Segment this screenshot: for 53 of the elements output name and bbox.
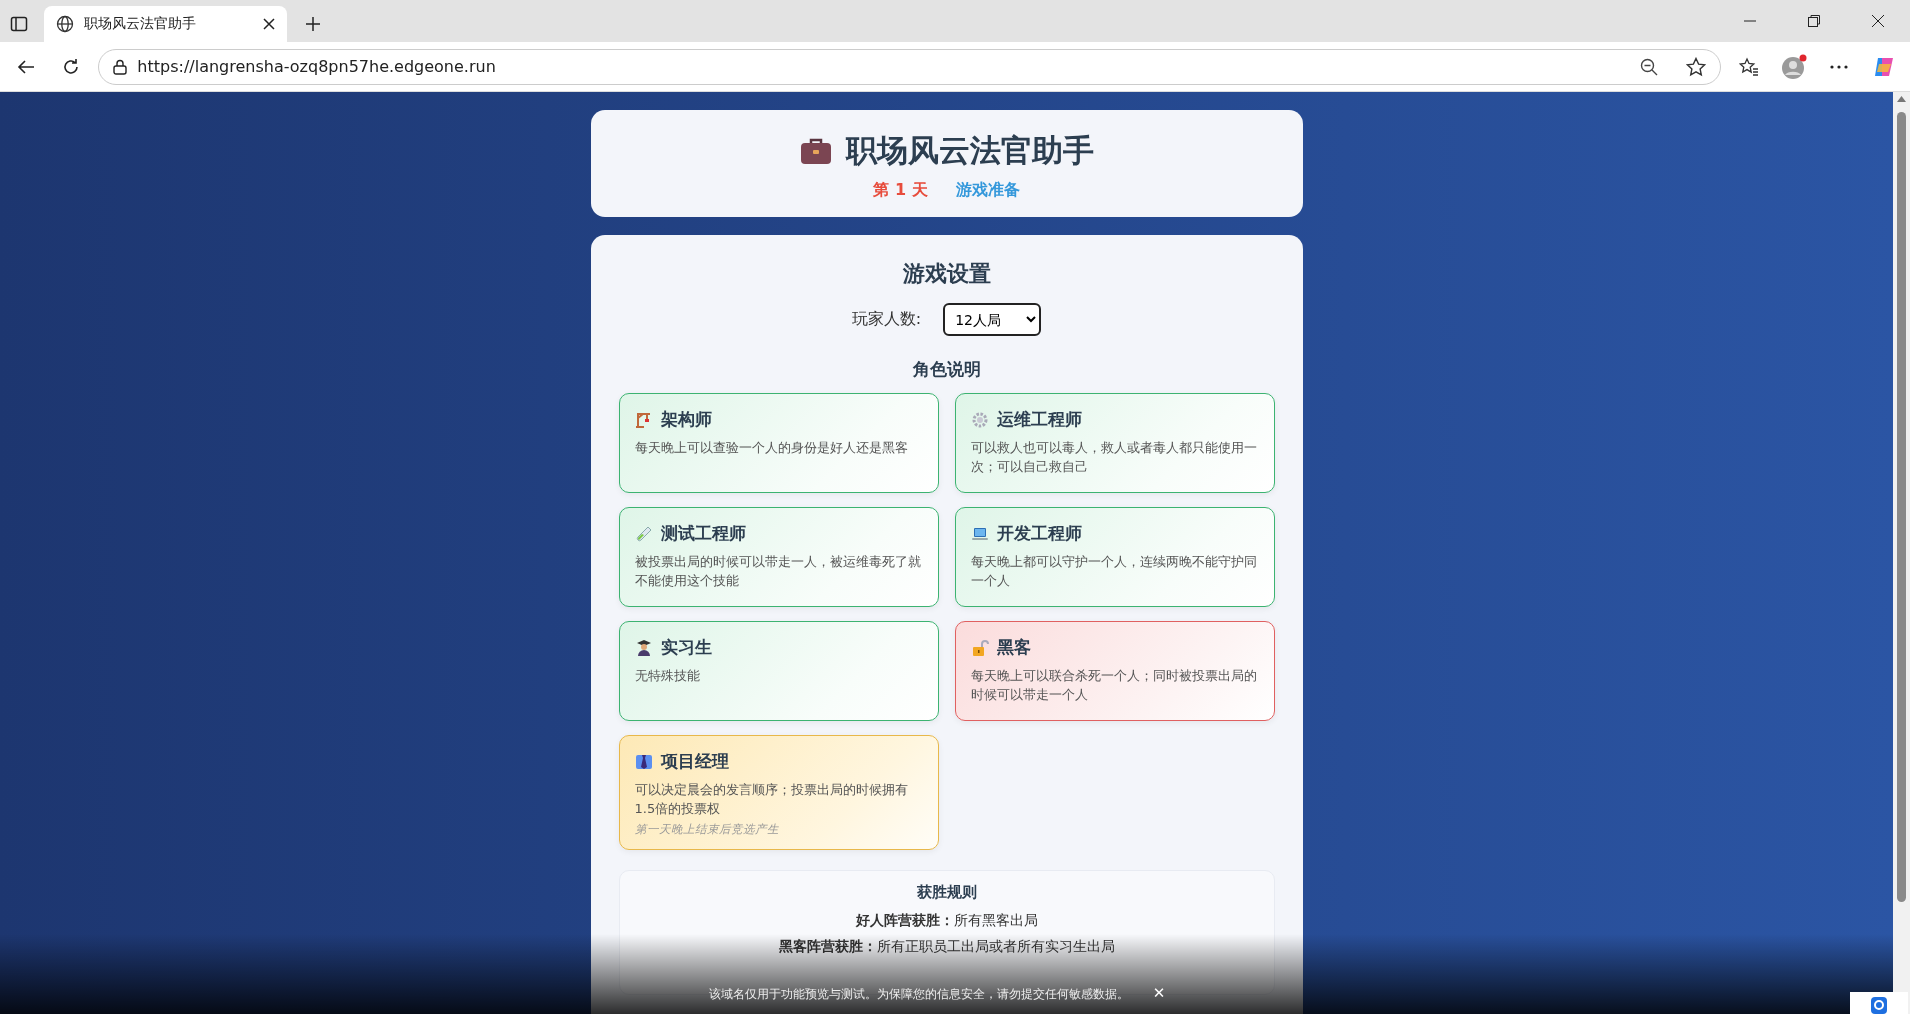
role-description: 可以救人也可以毒人，救人或者毒人都只能使用一次；可以自己救自己 xyxy=(970,439,1258,476)
roles-title: 角色说明 xyxy=(911,358,982,381)
role-name: 开发工程师 xyxy=(996,522,1082,545)
win-rule: 黑客阵营获胜：所有正职员工出局或者所有实习生出局 xyxy=(777,938,1116,956)
role-description: 可以决定晨会的发言顺序；投票出局的时候拥有1.5倍的投票权 xyxy=(634,781,909,818)
url-text: https://langrensha-ozq8pn57he.edgeone.run xyxy=(137,57,497,76)
gear-icon xyxy=(970,410,989,429)
test-tube-icon xyxy=(634,524,653,543)
win-rule: 好人阵营获胜：所有黑客出局 xyxy=(854,912,1039,930)
role-name: 运维工程师 xyxy=(996,408,1082,431)
notice-text: 该域名仅用于功能预览与测试。为保障您的信息安全，请勿提交任何敏感数据。 xyxy=(708,987,1129,1002)
necktie-icon xyxy=(634,752,653,771)
new-tab-icon[interactable] xyxy=(305,16,321,32)
role-description: 每天晚上可以查验一个人的身份是好人还是黑客 xyxy=(634,439,909,457)
role-description: 被投票出局的时候可以带走一人，被运维毒死了就不能使用这个技能 xyxy=(634,553,922,590)
zoom-out-icon[interactable] xyxy=(1640,57,1659,76)
star-icon[interactable] xyxy=(1686,56,1707,77)
section-title: 游戏设置 xyxy=(901,260,992,288)
browser-tab[interactable]: 职场风云法官助手 xyxy=(44,6,287,42)
address-bar[interactable]: https://langrensha-ozq8pn57he.edgeone.run xyxy=(98,48,1722,85)
floating-widget[interactable] xyxy=(1850,992,1908,1014)
scrollbar-thumb[interactable] xyxy=(1897,112,1906,902)
scroll-up-icon[interactable] xyxy=(1897,96,1906,102)
search-icon xyxy=(1870,996,1888,1014)
refresh-icon xyxy=(61,57,80,76)
role-name: 测试工程师 xyxy=(660,522,746,545)
briefcase-icon xyxy=(799,137,832,165)
role-note: 第一天晚上结束后竞选产生 xyxy=(634,822,780,837)
lock-icon xyxy=(113,58,128,75)
player-count-select[interactable]: 12人局 xyxy=(943,303,1042,336)
sidebar-icon[interactable] xyxy=(10,15,28,33)
role-description: 每天晚上可以联合杀死一个人；同时被投票出局的时候可以带走一个人 xyxy=(970,667,1258,704)
globe-icon xyxy=(56,15,74,33)
close-icon[interactable] xyxy=(263,18,275,30)
role-description: 无特殊技能 xyxy=(634,667,701,685)
player-count-label: 玩家人数: xyxy=(851,309,922,330)
crane-icon xyxy=(634,410,653,429)
role-name: 实习生 xyxy=(660,636,712,659)
padlock-icon xyxy=(970,638,989,657)
win-rules-title: 获胜规则 xyxy=(915,883,978,902)
more-icon xyxy=(1830,64,1849,69)
role-name: 项目经理 xyxy=(660,750,729,773)
back-arrow-icon xyxy=(16,57,35,76)
role-description: 每天晚上都可以守护一个人，连续两晚不能守护同一个人 xyxy=(970,553,1258,590)
favorites-icon xyxy=(1738,56,1759,77)
day-counter: 第 1 天 xyxy=(873,180,928,201)
role-name: 架构师 xyxy=(660,408,712,431)
game-phase: 游戏准备 xyxy=(955,180,1020,201)
scrollbar[interactable] xyxy=(1893,92,1910,1014)
notice-close-button[interactable]: ✕ xyxy=(1150,984,1168,1002)
app-title: 职场风云法官助手 xyxy=(845,131,1094,170)
avatar-icon xyxy=(1781,53,1808,80)
role-name: 黑客 xyxy=(996,636,1031,659)
